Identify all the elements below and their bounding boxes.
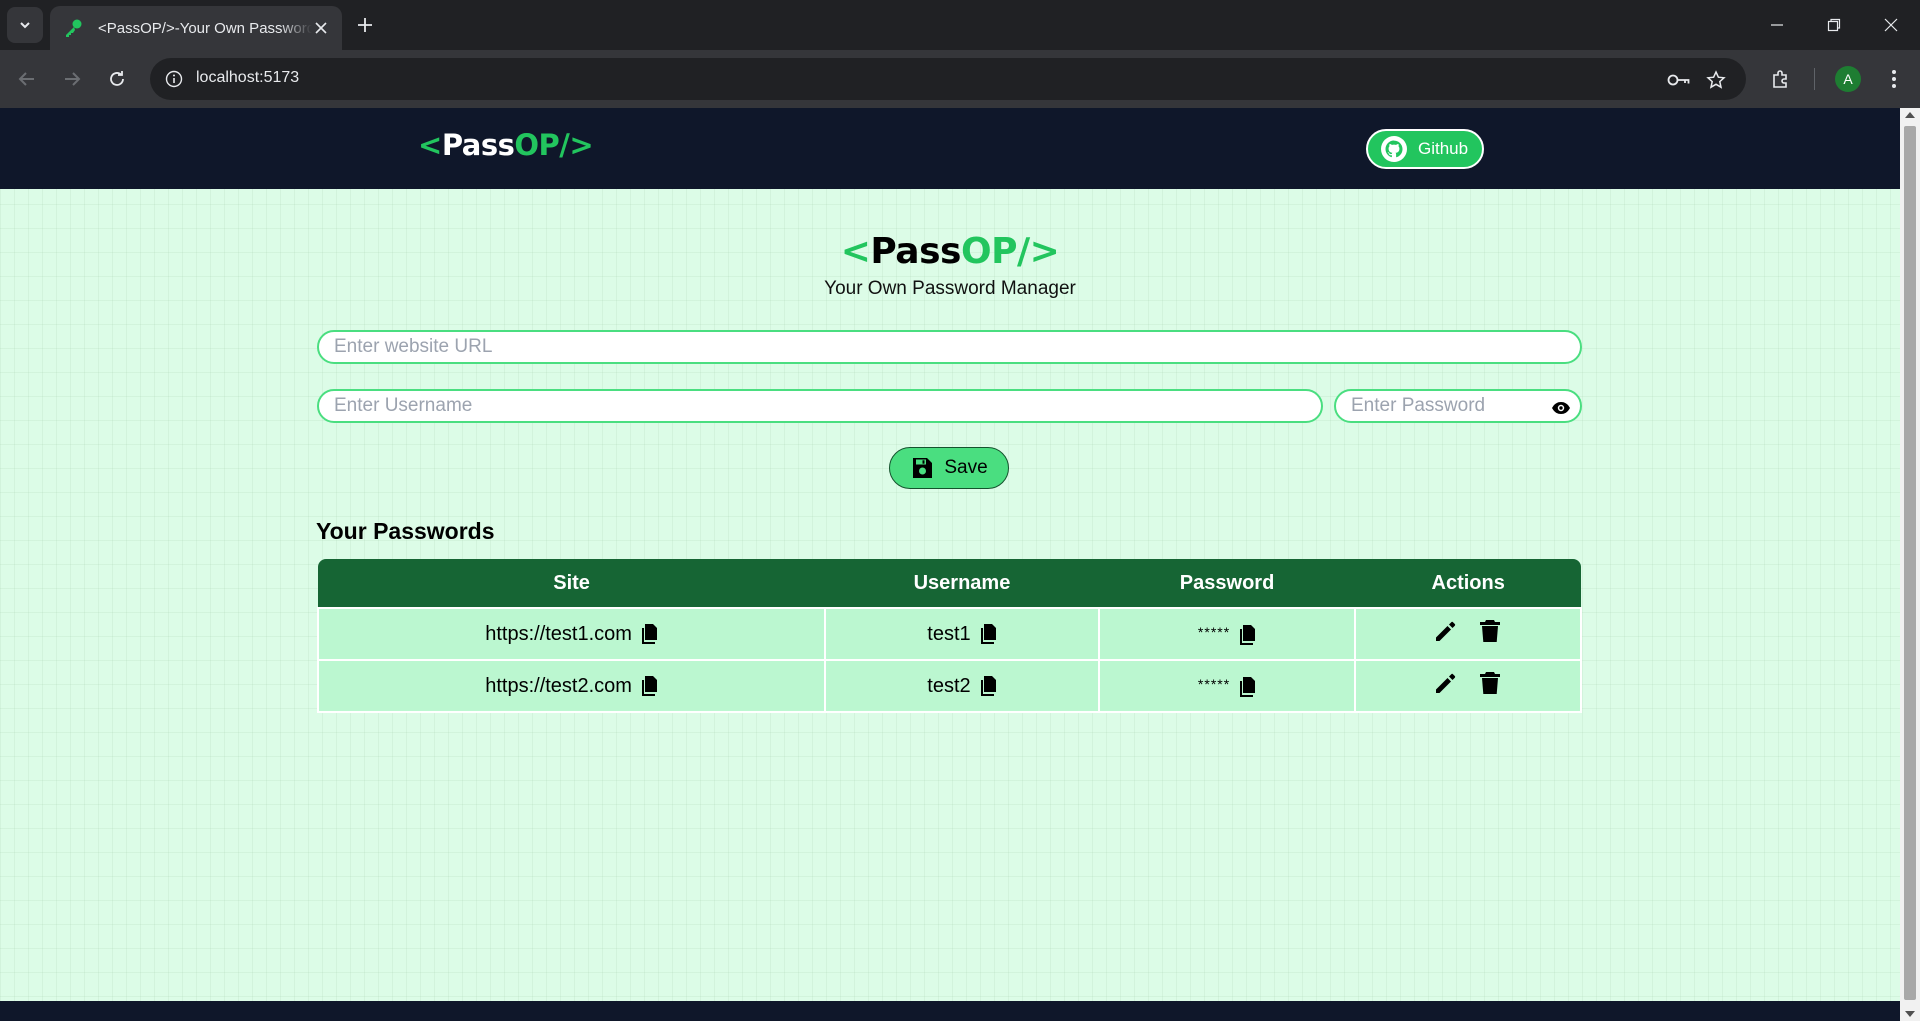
arrow-left-icon — [18, 72, 34, 86]
address-url: localhost:5173 — [196, 69, 300, 86]
chevron-down-icon — [20, 22, 30, 29]
close-window-button[interactable] — [1876, 10, 1906, 40]
close-icon — [1884, 18, 1898, 32]
browser-tab-title: <PassOP/>-Your Own Password Manager — [98, 19, 312, 37]
save-label: Save — [944, 457, 988, 478]
actions-cell — [1354, 659, 1582, 713]
column-header-password: Password — [1179, 571, 1275, 594]
column-header-username: Username — [913, 571, 1011, 594]
trash-icon[interactable] — [1476, 617, 1504, 645]
close-icon[interactable] — [310, 17, 332, 39]
forward-button[interactable] — [57, 64, 87, 94]
edit-pencil-icon[interactable] — [1432, 617, 1460, 645]
reload-button[interactable] — [102, 64, 132, 94]
username-input[interactable] — [317, 389, 1323, 423]
table-row: https://test2.com test2 ***** — [316, 659, 1582, 713]
reload-icon — [110, 71, 124, 86]
minimize-button[interactable] — [1762, 10, 1792, 40]
trash-icon[interactable] — [1476, 669, 1504, 697]
username-value: test1 — [927, 622, 971, 645]
password-key-icon[interactable] — [1666, 67, 1692, 93]
star-icon[interactable] — [1703, 67, 1729, 93]
site-info-icon[interactable] — [162, 67, 186, 91]
address-bar[interactable]: localhost:5173 — [150, 58, 1746, 100]
password-cell: ***** — [1097, 659, 1357, 713]
app-footer — [0, 1001, 1900, 1021]
title-pass: Pass — [870, 231, 961, 272]
passwords-section-title: Your Passwords — [316, 518, 495, 544]
restore-button[interactable] — [1819, 10, 1849, 40]
minimize-icon — [1771, 24, 1783, 26]
table-row: https://test1.com test1 ***** — [316, 607, 1582, 661]
password-value: ***** — [1197, 623, 1231, 640]
password-cell: ***** — [1097, 607, 1357, 661]
back-button[interactable] — [12, 64, 42, 94]
scroll-up-arrow-icon[interactable] — [1905, 112, 1915, 118]
title-open-bracket: < — [840, 231, 871, 272]
password-input[interactable] — [1334, 389, 1582, 423]
scrollbar-thumb[interactable] — [1904, 126, 1916, 1000]
copy-icon[interactable] — [979, 623, 997, 645]
save-button[interactable]: Save — [889, 447, 1009, 489]
toolbar-divider — [1814, 68, 1815, 90]
arrow-right-icon — [65, 72, 81, 86]
title-op: OP/> — [960, 231, 1060, 272]
copy-icon[interactable] — [640, 675, 658, 697]
new-tab-button[interactable] — [352, 12, 378, 38]
tab-search-button[interactable] — [7, 7, 43, 43]
github-label: Github — [1418, 139, 1469, 158]
copy-icon[interactable] — [640, 623, 658, 645]
github-icon — [1381, 136, 1407, 162]
table-header-row: Site Username Password Actions — [318, 559, 1581, 608]
navbar-logo[interactable]: <PassOP/> — [418, 128, 594, 162]
browser-tab-active[interactable]: <PassOP/>-Your Own Password Manager — [50, 6, 342, 50]
browser-menu-button[interactable] — [1879, 64, 1909, 94]
website-url-input[interactable] — [317, 330, 1582, 364]
site-cell: https://test2.com — [316, 659, 827, 713]
edit-pencil-icon[interactable] — [1432, 669, 1460, 697]
page-subtitle: Your Own Password Manager — [824, 278, 1076, 299]
plus-icon — [358, 18, 372, 32]
site-link[interactable]: https://test1.com — [485, 623, 632, 646]
site-cell: https://test1.com — [316, 607, 827, 661]
floppy-disk-icon — [913, 458, 933, 478]
eye-icon[interactable] — [1549, 396, 1573, 420]
logo-open-bracket: < — [418, 128, 442, 162]
actions-cell — [1354, 607, 1582, 661]
username-cell: test2 — [824, 659, 1100, 713]
restore-icon — [1827, 18, 1841, 32]
site-link[interactable]: https://test2.com — [485, 675, 632, 698]
logo-pass: Pass — [441, 128, 515, 162]
extensions-button[interactable] — [1766, 64, 1796, 94]
copy-icon[interactable] — [1238, 624, 1256, 646]
copy-icon[interactable] — [1238, 676, 1256, 698]
column-header-site: Site — [553, 571, 590, 594]
scroll-down-arrow-icon[interactable] — [1905, 1011, 1915, 1017]
passwords-table: Site Username Password Actions https://t… — [316, 559, 1582, 713]
key-icon — [62, 17, 84, 39]
github-button[interactable]: Github — [1366, 129, 1484, 169]
column-header-actions: Actions — [1431, 571, 1505, 594]
password-value: ***** — [1197, 675, 1231, 692]
browser-tabstrip: <PassOP/>-Your Own Password Manager — [0, 0, 1920, 50]
copy-icon[interactable] — [979, 675, 997, 697]
logo-op: OP/> — [514, 128, 594, 162]
page-title: <PassOP/> — [0, 231, 1900, 272]
page-scrollbar[interactable] — [1900, 108, 1920, 1021]
more-vertical-icon — [1892, 70, 1896, 88]
puzzle-icon — [1773, 70, 1787, 88]
profile-avatar[interactable]: A — [1835, 66, 1861, 92]
username-cell: test1 — [824, 607, 1100, 661]
page-viewport: <PassOP/> Github <PassOP/> Your Own Pass… — [0, 108, 1900, 1021]
app-navbar: <PassOP/> Github — [0, 108, 1900, 189]
username-value: test2 — [927, 674, 971, 697]
browser-toolbar: localhost:5173 A — [0, 50, 1920, 108]
